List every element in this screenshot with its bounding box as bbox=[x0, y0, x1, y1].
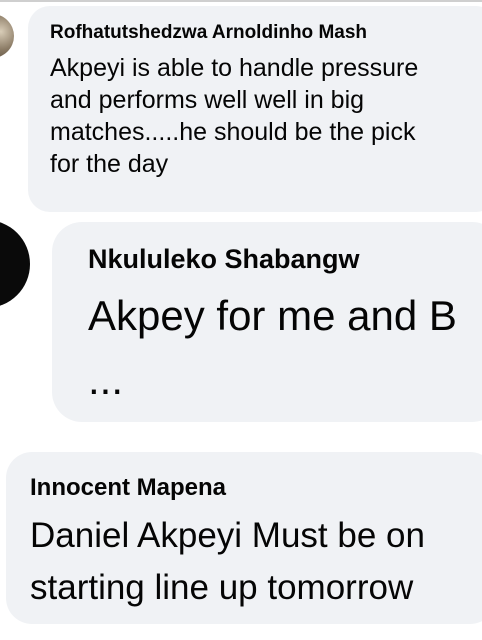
comment-text: Akpeyi is able to handle pressure and pe… bbox=[50, 54, 419, 178]
divider bbox=[0, 0, 482, 2]
avatar[interactable] bbox=[0, 220, 30, 308]
comment-bubble: Nkululeko Shabangw Akpey for me and B ..… bbox=[52, 222, 482, 422]
comment-bubble: Innocent Mapena Daniel Akpeyi Must be on… bbox=[6, 452, 482, 624]
comment-text: Akpey for me and B ... bbox=[88, 292, 457, 403]
comment-author[interactable]: Nkululeko Shabangw bbox=[88, 244, 360, 275]
comment-bubble: Rofhatutshedzwa Arnoldinho Mash Akpeyi i… bbox=[28, 6, 482, 212]
comment-thread: Rofhatutshedzwa Arnoldinho Mash Akpeyi i… bbox=[0, 0, 482, 640]
comment-author[interactable]: Rofhatutshedzwa Arnoldinho Mash bbox=[50, 22, 367, 44]
avatar[interactable] bbox=[0, 14, 14, 58]
comment-author[interactable]: Innocent Mapena bbox=[30, 474, 226, 502]
comment-text: Daniel Akpeyi Must be on starting line u… bbox=[30, 516, 425, 607]
